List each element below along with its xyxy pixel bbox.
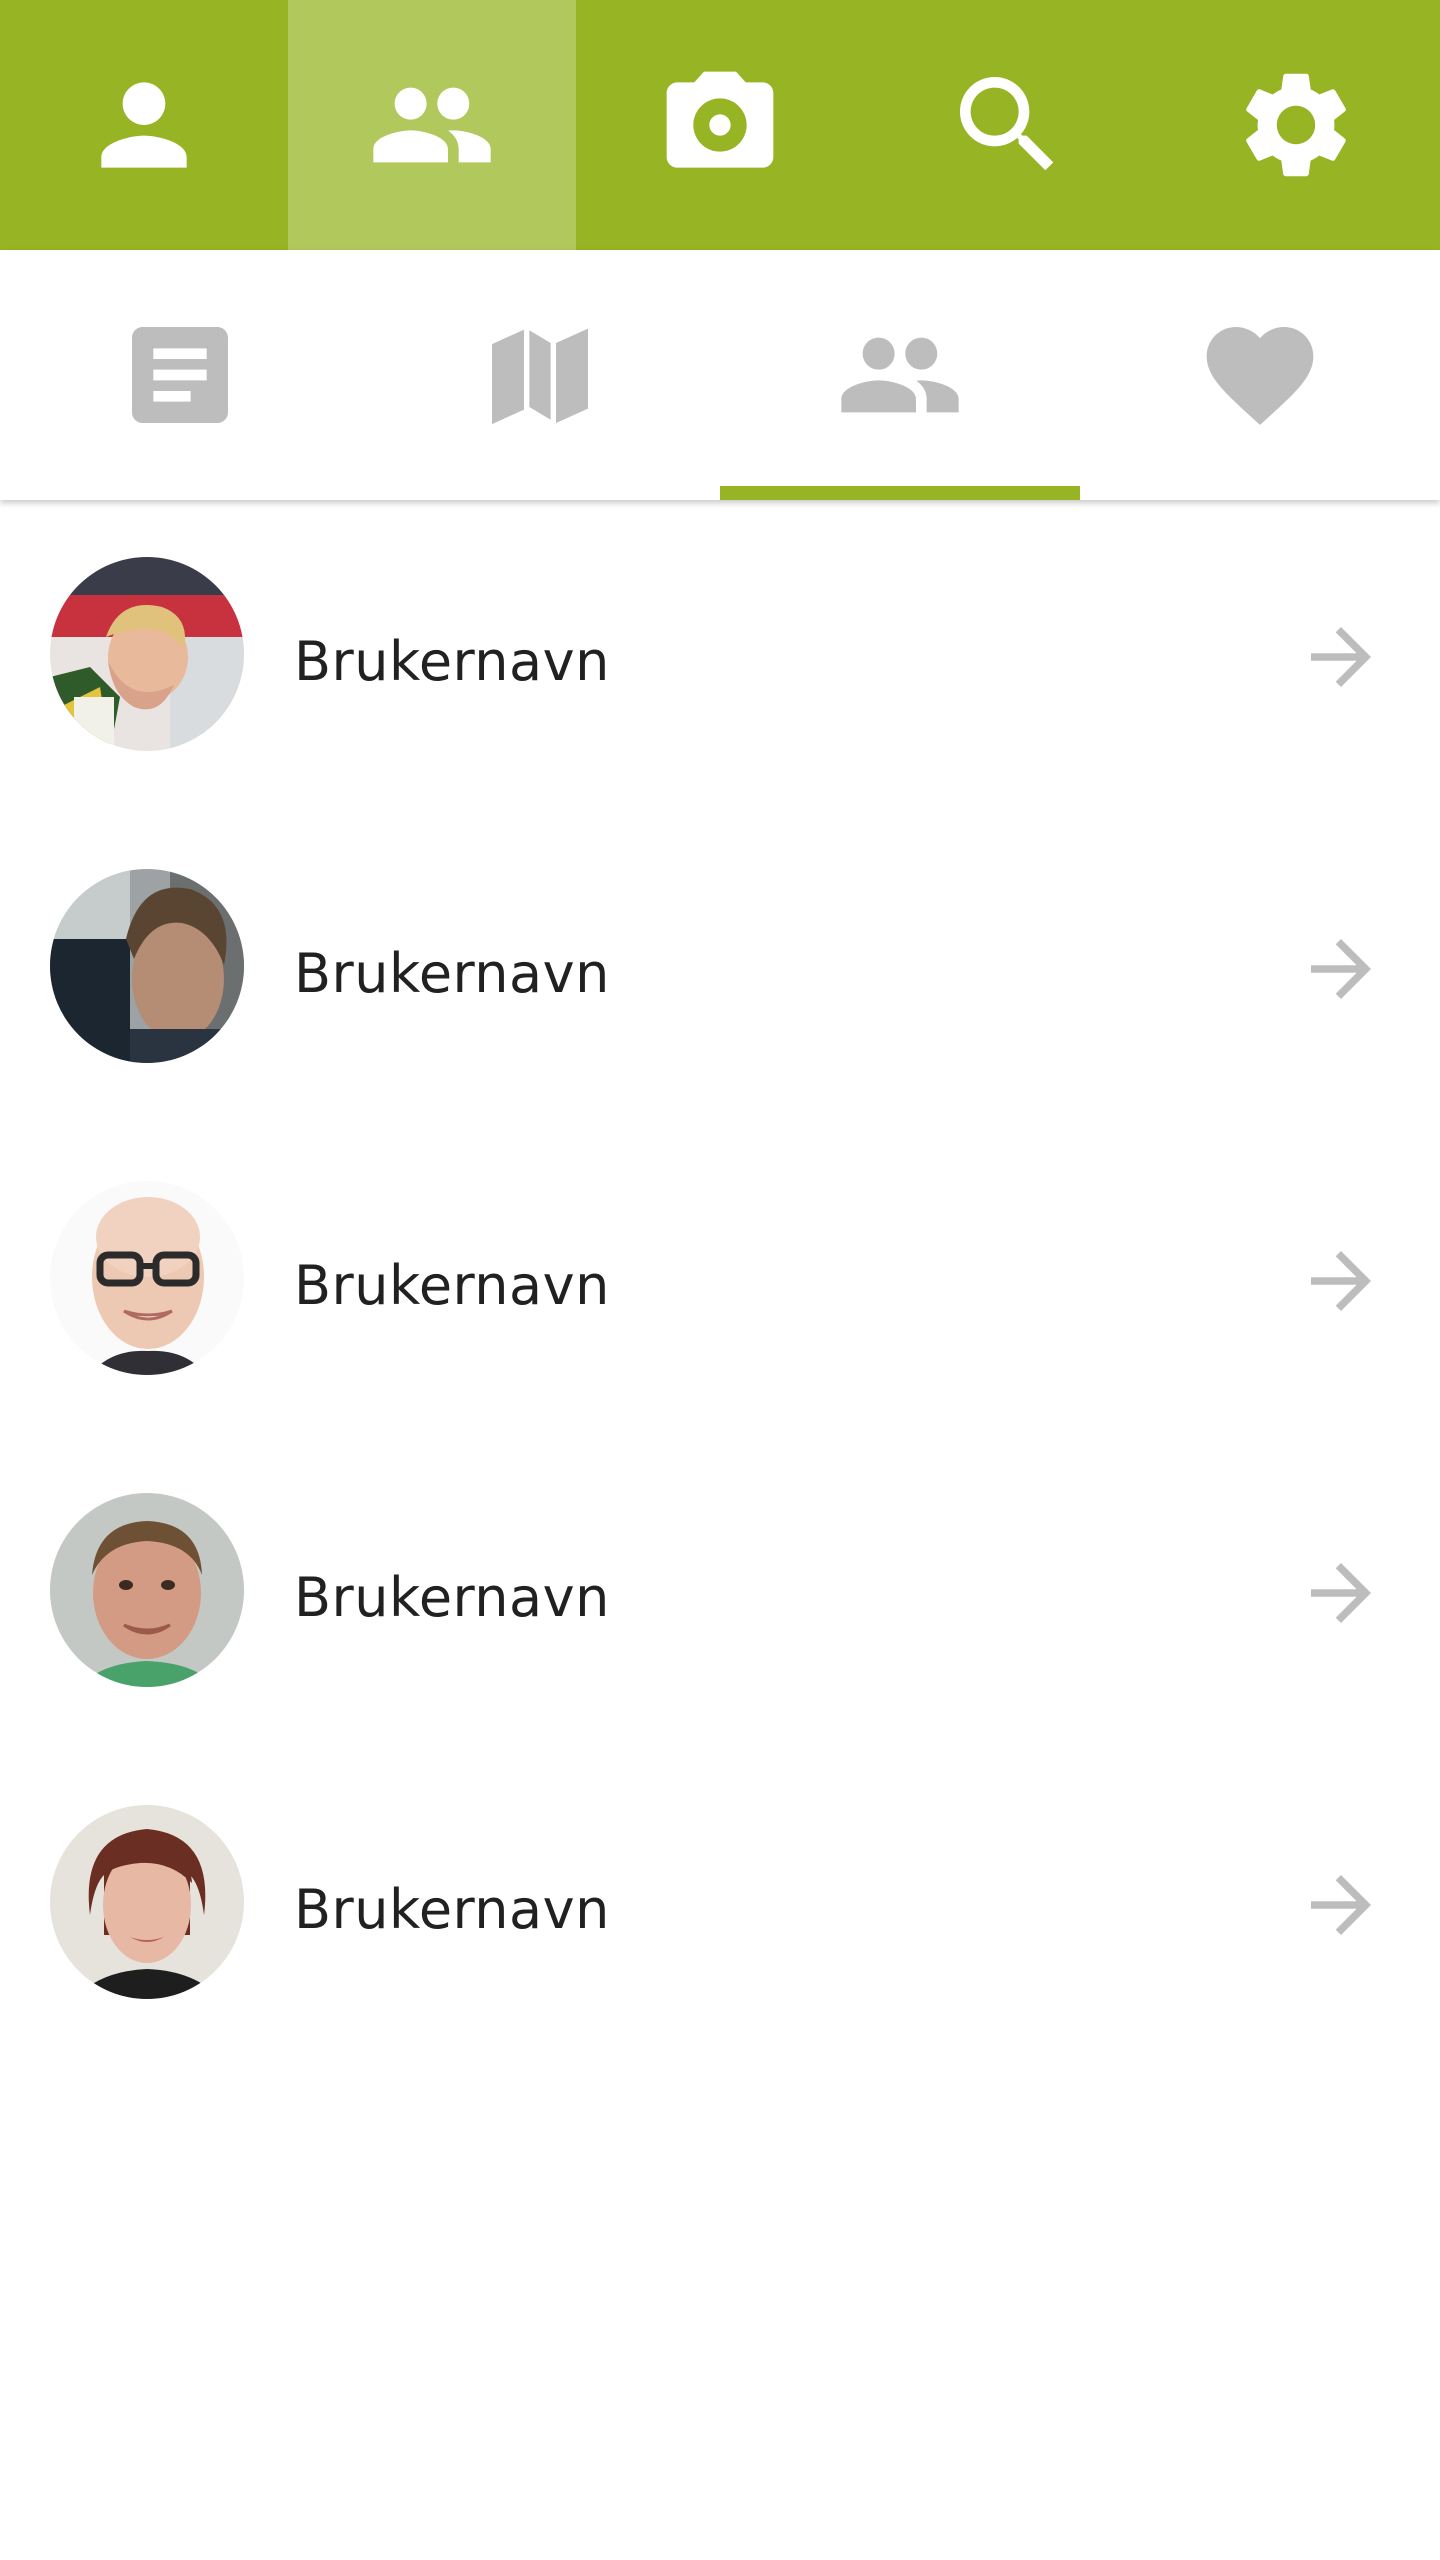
list-item[interactable]: Brukernavn [0, 812, 1440, 1124]
people-icon [841, 337, 959, 413]
list-item[interactable]: Brukernavn [0, 1436, 1440, 1748]
user-name: Brukernavn [294, 1878, 610, 1941]
arrow-right-icon [1296, 612, 1386, 702]
avatar [50, 557, 244, 751]
avatar-photo-4 [50, 1493, 244, 1687]
user-name: Brukernavn [294, 1254, 610, 1317]
user-name: Brukernavn [294, 630, 610, 693]
list-item[interactable]: Brukernavn [0, 1748, 1440, 2060]
user-list: Brukernavn Brukernavn Brukernavn Brukern… [0, 500, 1440, 2060]
search-icon [960, 77, 1054, 171]
arrow-right-icon [1296, 924, 1386, 1014]
tab-people[interactable] [720, 250, 1080, 500]
settings-button[interactable] [1152, 0, 1440, 250]
avatar-photo-2 [50, 869, 244, 1063]
list-item[interactable]: Brukernavn [0, 1124, 1440, 1436]
sub-tab-bar [0, 250, 1440, 500]
avatar-photo-1 [50, 557, 244, 751]
active-tab-indicator [720, 486, 1080, 500]
tab-articles[interactable] [0, 250, 360, 500]
gear-icon [1246, 73, 1346, 177]
user-name: Brukernavn [294, 942, 610, 1005]
top-action-bar [0, 0, 1440, 250]
arrow-right-icon [1296, 1548, 1386, 1638]
arrow-right-icon [1296, 1236, 1386, 1326]
app-root: Brukernavn Brukernavn Brukernavn Brukern… [0, 0, 1440, 2560]
heart-icon [1206, 327, 1314, 425]
arrow-right-icon [1296, 1860, 1386, 1950]
tab-map[interactable] [360, 250, 720, 500]
avatar-photo-5 [50, 1805, 244, 1999]
profile-button[interactable] [0, 0, 288, 250]
list-item[interactable]: Brukernavn [0, 500, 1440, 812]
camera-icon [666, 71, 774, 168]
tab-favorites[interactable] [1080, 250, 1440, 500]
friends-button[interactable] [288, 0, 576, 250]
avatar-photo-3 [50, 1181, 244, 1375]
article-icon [132, 327, 228, 423]
avatar [50, 1181, 244, 1375]
user-name: Brukernavn [294, 1566, 610, 1629]
people-icon [373, 87, 491, 163]
avatar [50, 869, 244, 1063]
map-icon [492, 328, 588, 425]
search-button[interactable] [864, 0, 1152, 250]
avatar [50, 1493, 244, 1687]
camera-button[interactable] [576, 0, 864, 250]
avatar [50, 1805, 244, 1999]
person-icon [101, 82, 187, 168]
